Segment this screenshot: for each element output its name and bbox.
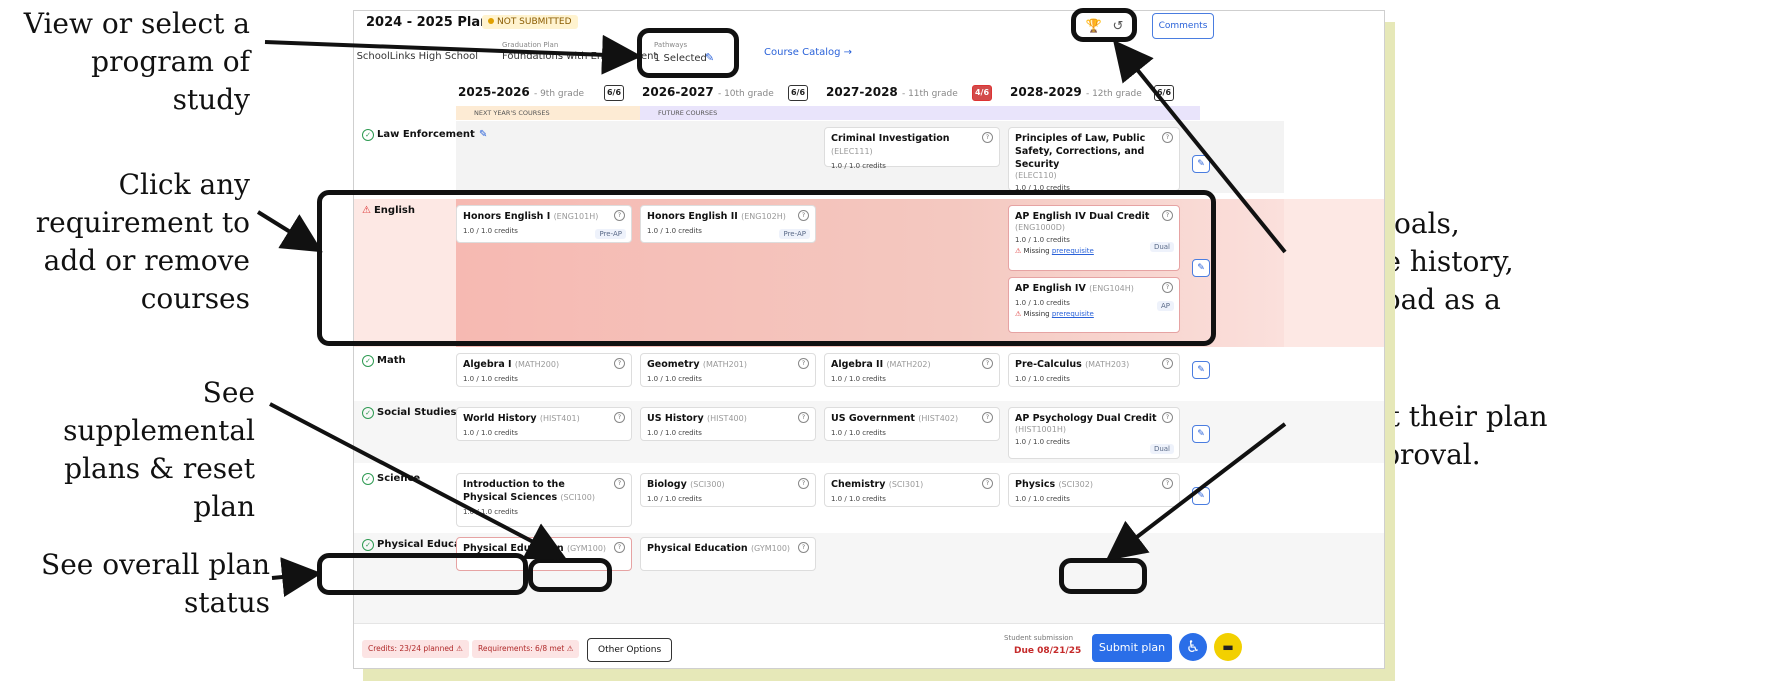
course-card[interactable]: US History (HIST400) 1.0 / 1.0 credits? <box>640 407 816 441</box>
course-catalog-link[interactable]: Course Catalog → <box>764 47 852 58</box>
submit-plan-button[interactable]: Submit plan <box>1092 634 1172 662</box>
row-label[interactable]: ✓ Science <box>362 473 420 485</box>
course-card[interactable]: Physical Education (GYM100)? <box>640 537 816 571</box>
highlight-submit <box>1059 558 1147 594</box>
annotation-program: View or select a program of study <box>23 7 250 116</box>
row-label[interactable]: ✓ Social Studies <box>362 407 457 419</box>
col-head-4: 2028-2029 - 12th grade <box>1010 85 1142 99</box>
info-icon[interactable]: ? <box>798 478 809 489</box>
course-card[interactable]: Criminal Investigation (ELEC111) 1.0 / 1… <box>824 127 1000 170</box>
info-icon[interactable]: ? <box>982 412 993 423</box>
row-science[interactable]: ✓Science ✎ Introduction to the Physical … <box>354 467 1384 529</box>
school-value: SchoolLinks High School <box>356 51 478 62</box>
info-icon[interactable]: ? <box>614 412 625 423</box>
course-card[interactable]: Algebra I (MATH200) 1.0 / 1.0 credits? <box>456 353 632 387</box>
course-card[interactable]: Biology (SCI300) 1.0 / 1.0 credits? <box>640 473 816 507</box>
col-count-4: 6/6 <box>1154 85 1174 101</box>
course-card[interactable]: Physics (SCI302) 1.0 / 1.0 credits? <box>1008 473 1180 507</box>
grad-plan-label: Graduation Plan <box>502 41 559 49</box>
check-icon: ✓ <box>362 539 374 551</box>
col-count-1: 6/6 <box>604 85 624 101</box>
course-card[interactable]: Geometry (MATH201) 1.0 / 1.0 credits? <box>640 353 816 387</box>
band-next-year: NEXT YEAR'S COURSES <box>456 106 654 120</box>
tag-badge: Dual <box>1149 444 1174 454</box>
status-dot-icon <box>488 18 494 24</box>
highlight-other-options <box>528 558 612 592</box>
course-card[interactable]: Principles of Law, Public Safety, Correc… <box>1008 127 1180 192</box>
col-count-3: 4/6 <box>972 85 992 101</box>
arrow-status <box>271 557 322 597</box>
info-icon[interactable]: ? <box>614 358 625 369</box>
course-card[interactable]: Pre-Calculus (MATH203) 1.0 / 1.0 credits? <box>1008 353 1180 387</box>
info-icon[interactable]: ? <box>982 132 993 143</box>
info-icon[interactable]: ? <box>1162 132 1173 143</box>
check-icon: ✓ <box>362 355 374 367</box>
info-icon[interactable]: ? <box>798 542 809 553</box>
info-icon[interactable]: ? <box>798 358 809 369</box>
course-card[interactable]: AP Psychology Dual Credit (HIST1001H) 1.0 … <box>1008 407 1180 459</box>
status-text: NOT SUBMITTED <box>497 17 572 27</box>
submission-label: Student submission <box>1004 634 1074 642</box>
band-future: FUTURE COURSES <box>640 106 1200 120</box>
col-head-1: 2025-2026 - 9th grade <box>458 85 585 99</box>
check-icon: ✓ <box>362 407 374 419</box>
plan-title: 2024 - 2025 Plan <box>366 15 490 30</box>
row-math[interactable]: ✓Math ✎ Algebra I (MATH200)1.0 / 1.0 cre… <box>354 351 1384 397</box>
grad-plan-value[interactable]: Foundations with Endorsement <box>502 51 657 62</box>
info-icon[interactable]: ? <box>1162 358 1173 369</box>
course-card[interactable]: Introduction to the Physical Sciences (S… <box>456 473 632 527</box>
accessibility-icon[interactable]: ♿ <box>1179 633 1207 661</box>
plan-header: 2024 - 2025 Plan NOT SUBMITTED SchoolLin… <box>354 11 1384 120</box>
other-options-button[interactable]: Other Options <box>587 638 673 662</box>
row-law-enforcement[interactable]: ✓ Law Enforcement ✎ Criminal Investigatio… <box>354 121 1384 193</box>
arrow-requirement <box>256 210 323 253</box>
col-head-2: 2026-2027 - 10th grade <box>642 85 774 99</box>
info-icon[interactable]: ? <box>1162 478 1173 489</box>
row-side-edit-icon[interactable]: ✎ <box>1192 155 1210 173</box>
requirements-status[interactable]: Requirements: 6/8 met ⚠ <box>472 640 580 658</box>
row-label[interactable]: ✓ Law Enforcement <box>362 129 475 141</box>
info-icon[interactable]: ? <box>982 358 993 369</box>
col-count-2: 6/6 <box>788 85 808 101</box>
annotation-requirement: Click any requirement to add or remove c… <box>35 168 250 315</box>
highlight-english-row <box>317 190 1216 346</box>
plan-footer: Credits: 23/24 planned ⚠ Requirements: 6… <box>354 623 1384 668</box>
row-label[interactable]: ✓ Math <box>362 355 406 367</box>
due-date: Due 08/21/25 <box>1014 646 1082 656</box>
row-social-studies[interactable]: ✓Social Studies ✎ World History (HIST401… <box>354 401 1384 463</box>
info-icon[interactable]: ? <box>1162 412 1173 423</box>
credits-status[interactable]: Credits: 23/24 planned ⚠ <box>362 640 469 658</box>
comments-button[interactable]: Comments <box>1152 13 1214 39</box>
col-head-3: 2027-2028 - 11th grade <box>826 85 958 99</box>
course-card[interactable]: World History (HIST401) 1.0 / 1.0 credits… <box>456 407 632 441</box>
highlight-pathways <box>637 28 739 78</box>
info-icon[interactable]: ? <box>614 542 625 553</box>
check-icon: ✓ <box>362 473 374 485</box>
row-side-edit-icon[interactable]: ✎ <box>1192 487 1210 505</box>
highlight-status-pills <box>317 553 528 595</box>
chat-icon[interactable]: ▬ <box>1214 633 1242 661</box>
row-side-edit-icon[interactable]: ✎ <box>1192 361 1210 379</box>
annotation-status: See overall plan status <box>41 548 270 619</box>
course-card[interactable]: US Government (HIST402) 1.0 / 1.0 credits… <box>824 407 1000 441</box>
course-card[interactable]: Chemistry (SCI301) 1.0 / 1.0 credits? <box>824 473 1000 507</box>
row-side-edit-icon[interactable]: ✎ <box>1192 425 1210 443</box>
course-card[interactable]: Algebra II (MATH202) 1.0 / 1.0 credits? <box>824 353 1000 387</box>
check-icon: ✓ <box>362 129 374 141</box>
info-icon[interactable]: ? <box>614 478 625 489</box>
info-icon[interactable]: ? <box>982 478 993 489</box>
status-badge: NOT SUBMITTED <box>482 15 578 29</box>
highlight-top-icons <box>1071 8 1137 42</box>
info-icon[interactable]: ? <box>798 412 809 423</box>
row-edit-icon[interactable]: ✎ <box>479 129 487 140</box>
annotation-supplemental: See supplemental plans & reset plan <box>63 376 255 523</box>
